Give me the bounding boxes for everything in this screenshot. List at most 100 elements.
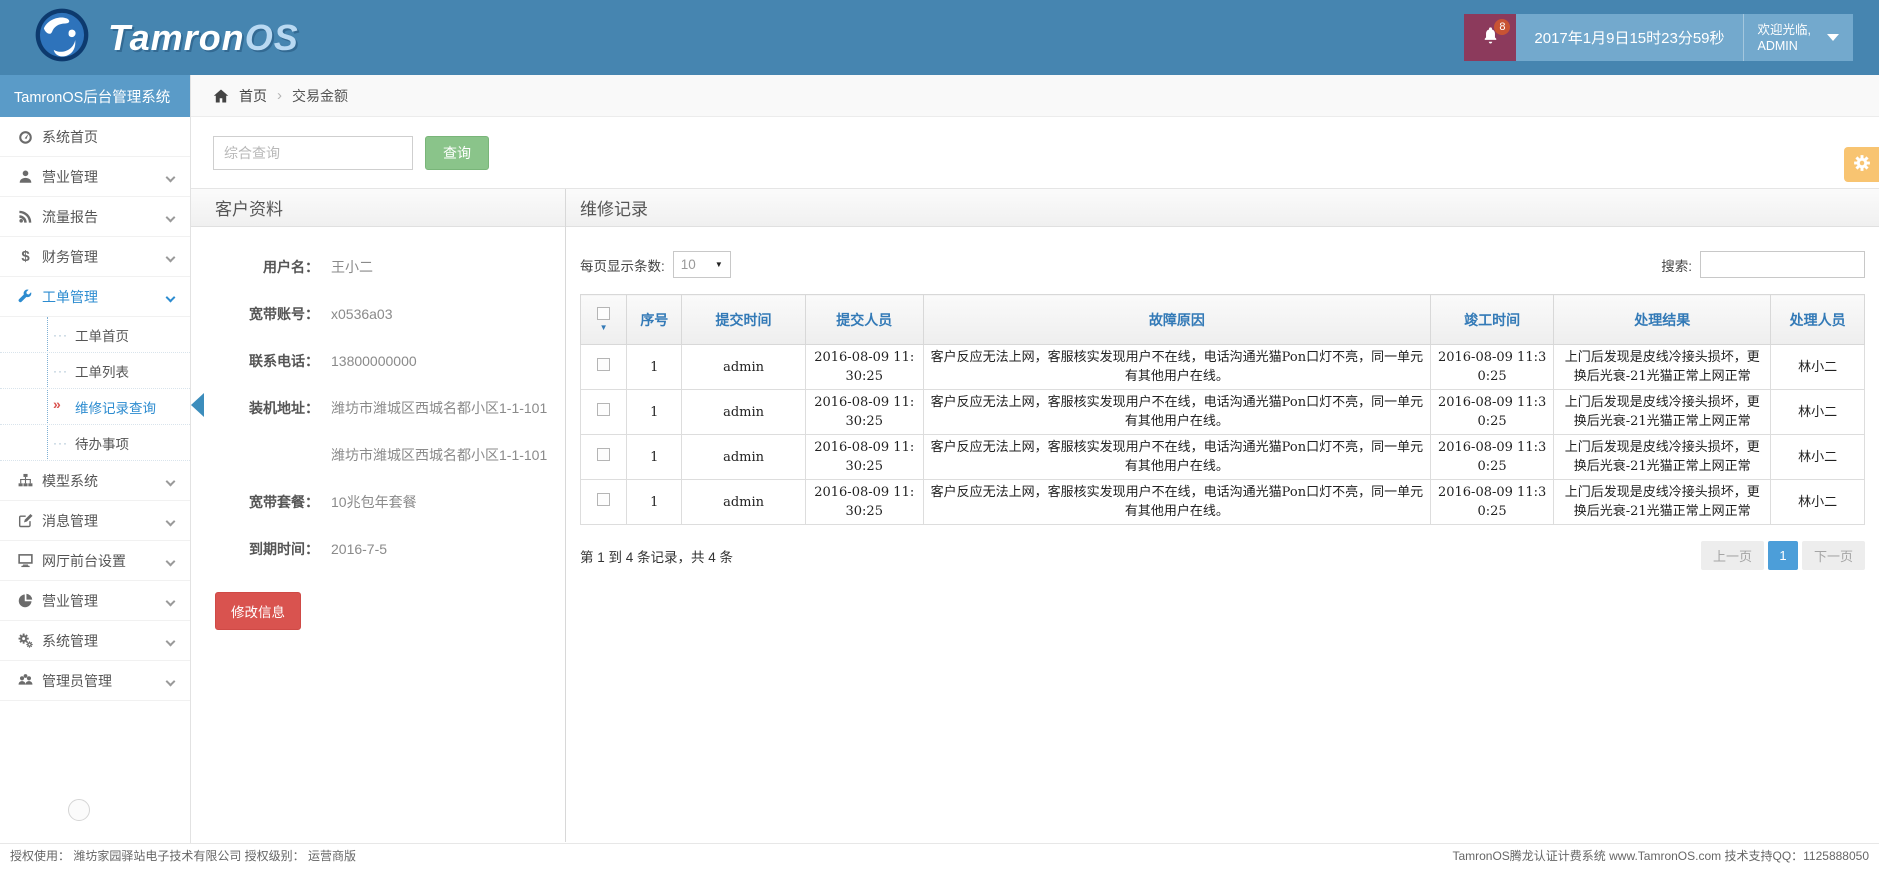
settings-gear-button[interactable]	[1844, 147, 1879, 182]
gear-icon	[1853, 154, 1871, 175]
search-input[interactable]	[213, 136, 413, 170]
sidebar-subitem-1[interactable]: ···工单首页	[0, 317, 190, 353]
sidebar-subitem-2[interactable]: ···工单列表	[0, 353, 190, 389]
pagination-page-1[interactable]: 1	[1768, 541, 1798, 570]
pagination-prev-button[interactable]: 上一页	[1701, 541, 1764, 570]
chevron-down-icon	[166, 517, 176, 527]
select-all-checkbox[interactable]	[597, 307, 610, 320]
sidebar-item-3[interactable]: 流量报告	[0, 197, 190, 237]
table-cell: admin	[682, 435, 805, 480]
table-cell: 林小二	[1771, 345, 1865, 390]
breadcrumb: 首页 › 交易金额	[191, 75, 1879, 117]
column-header-3[interactable]: 提交人员	[805, 295, 923, 345]
customer-field-row: 潍坊市潍城区西城名都小区1-1-101	[215, 441, 565, 469]
leader-dots-icon: ···	[53, 364, 68, 378]
breadcrumb-separator: ›	[277, 87, 282, 104]
table-cell: 上门后发现是皮线冷接头损坏，更换后光衰-21光猫正常上网正常	[1554, 390, 1771, 435]
sidebar-item-1[interactable]: 系统首页	[0, 117, 190, 157]
sidebar-item-11[interactable]: 管理员管理	[0, 661, 190, 701]
table-cell: 1	[627, 480, 682, 525]
page-size-label: 每页显示条数:	[580, 255, 665, 275]
footer-license-text: 授权使用： 潍坊家园驿站电子技术有限公司 授权级别： 运营商版	[10, 847, 356, 864]
chevron-down-icon	[1827, 34, 1839, 41]
sidebar-subitem-4[interactable]: ···待办事项	[0, 425, 190, 461]
leader-dots-icon: ···	[53, 436, 68, 450]
table-cell: 2016-08-09 11:30:25	[805, 345, 923, 390]
pagination-next-button[interactable]: 下一页	[1802, 541, 1865, 570]
row-checkbox[interactable]	[597, 493, 610, 506]
row-checkbox[interactable]	[597, 403, 610, 416]
wrench-icon	[18, 289, 42, 304]
field-label: 宽带账号：	[215, 300, 319, 328]
rss-icon	[18, 209, 42, 224]
sidebar-collapse-button[interactable]	[68, 799, 90, 821]
leader-dots-icon: ···	[53, 328, 68, 342]
search-button[interactable]: 查询	[425, 136, 489, 170]
table-search-label: 搜索:	[1661, 255, 1692, 275]
chevron-down-icon	[166, 557, 176, 567]
global-search-section: 查询	[191, 117, 1879, 188]
field-value: 2016-7-5	[331, 535, 387, 563]
sidebar-submenu: ···工单首页···工单列表»维修记录查询···待办事项	[0, 317, 190, 461]
table-cell: 上门后发现是皮线冷接头损坏，更换后光衰-21光猫正常上网正常	[1554, 435, 1771, 480]
active-arrows-icon: »	[53, 396, 62, 412]
column-header-1[interactable]: 序号	[627, 295, 682, 345]
datetime-display: 2017年1月9日15时23分59秒	[1516, 14, 1743, 61]
table-row: 1admin2016-08-09 11:30:25客户反应无法上网，客服核实发现…	[581, 345, 1865, 390]
table-cell: 1	[627, 345, 682, 390]
sidebar-item-9[interactable]: 营业管理	[0, 581, 190, 621]
customer-field-row: 宽带账号：x0536a03	[215, 300, 565, 328]
chevron-down-icon	[166, 173, 176, 183]
welcome-text: 欢迎光临,	[1758, 23, 1811, 37]
sidebar-item-7[interactable]: 消息管理	[0, 501, 190, 541]
pagination: 上一页 1 下一页	[1697, 541, 1865, 570]
breadcrumb-home-link[interactable]: 首页	[239, 86, 267, 106]
chevron-down-icon	[166, 477, 176, 487]
field-value: 10兆包年套餐	[331, 488, 417, 516]
table-cell: 林小二	[1771, 435, 1865, 480]
field-label: 宽带套餐：	[215, 488, 319, 516]
table-row: 1admin2016-08-09 11:30:25客户反应无法上网，客服核实发现…	[581, 435, 1865, 480]
active-menu-pointer	[191, 393, 204, 417]
chevron-down-icon	[166, 637, 176, 647]
page-footer: 授权使用： 潍坊家园驿站电子技术有限公司 授权级别： 运营商版 TamronOS…	[0, 843, 1879, 866]
user-menu[interactable]: 欢迎光临, ADMIN	[1744, 14, 1853, 61]
sidebar-item-8[interactable]: 网厅前台设置	[0, 541, 190, 581]
table-cell: 客户反应无法上网，客服核实发现用户不在线，电话沟通光猫Pon口灯不亮，同一单元有…	[923, 345, 1430, 390]
edit-info-button[interactable]: 修改信息	[215, 592, 301, 630]
column-header-4[interactable]: 故障原因	[923, 295, 1430, 345]
table-row: 1admin2016-08-09 11:30:25客户反应无法上网，客服核实发现…	[581, 480, 1865, 525]
table-cell: 客户反应无法上网，客服核实发现用户不在线，电话沟通光猫Pon口灯不亮，同一单元有…	[923, 390, 1430, 435]
field-label: 用户名：	[215, 253, 319, 281]
row-checkbox[interactable]	[597, 448, 610, 461]
notifications-button[interactable]: 8	[1464, 14, 1516, 61]
field-label: 到期时间：	[215, 535, 319, 563]
gears-icon	[18, 633, 42, 648]
table-cell: 客户反应无法上网，客服核实发现用户不在线，电话沟通光猫Pon口灯不亮，同一单元有…	[923, 435, 1430, 480]
column-header-5[interactable]: 竣工时间	[1430, 295, 1553, 345]
chevron-down-icon	[166, 677, 176, 687]
username: ADMIN	[1758, 39, 1798, 53]
chevron-down-icon	[166, 253, 176, 263]
column-header-6[interactable]: 处理结果	[1554, 295, 1771, 345]
sidebar-item-10[interactable]: 系统管理	[0, 621, 190, 661]
customer-info-panel: 客户资料 用户名：王小二宽带账号：x0536a03联系电话：1380000000…	[191, 189, 565, 842]
sidebar-subitem-3[interactable]: »维修记录查询	[0, 389, 190, 425]
column-header-7[interactable]: 处理人员	[1771, 295, 1865, 345]
users-icon	[18, 673, 42, 688]
column-header-2[interactable]: 提交时间	[682, 295, 805, 345]
field-label: 装机地址：	[215, 394, 319, 422]
table-search-input[interactable]	[1700, 251, 1865, 278]
sidebar-item-4[interactable]: $财务管理	[0, 237, 190, 277]
repair-records-panel: 维修记录 每页显示条数: 10 ▼ 搜索:	[565, 189, 1879, 842]
row-checkbox[interactable]	[597, 358, 610, 371]
repair-records-table: ▼ 序号提交时间提交人员故障原因竣工时间处理结果处理人员 1admin2016-…	[580, 294, 1865, 525]
field-value: 潍坊市潍城区西城名都小区1-1-101	[331, 394, 547, 422]
select-caret-icon: ▼	[715, 260, 723, 269]
sidebar-item-5[interactable]: 工单管理	[0, 277, 190, 317]
sidebar-item-2[interactable]: 营业管理	[0, 157, 190, 197]
sort-caret-icon[interactable]: ▼	[600, 323, 608, 332]
page-size-select[interactable]: 10 ▼	[673, 251, 731, 278]
sidebar-item-6[interactable]: 模型系统	[0, 461, 190, 501]
home-icon	[213, 88, 229, 104]
